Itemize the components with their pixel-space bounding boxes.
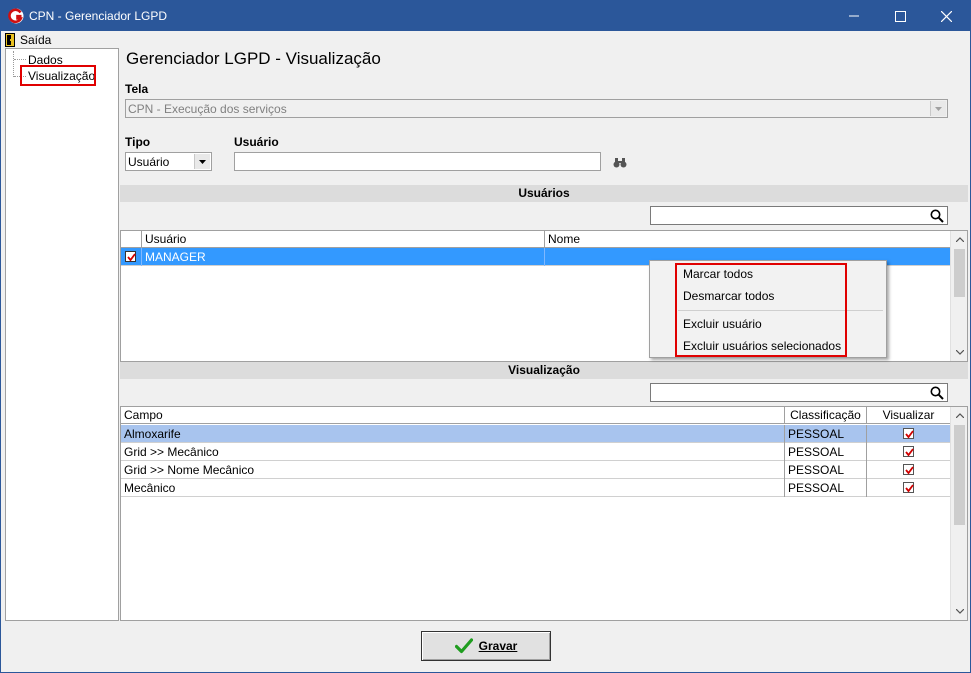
- window-title: CPN - Gerenciador LGPD: [29, 9, 168, 23]
- column-header-usuario[interactable]: Usuário: [142, 231, 545, 248]
- checkmark-icon: [905, 448, 914, 457]
- visualizar-checkbox[interactable]: [903, 464, 914, 475]
- usuario-label: Usuário: [234, 135, 279, 149]
- campo-cell: Mecânico: [121, 479, 785, 497]
- title-bar[interactable]: CPN - Gerenciador LGPD: [1, 1, 970, 31]
- scroll-thumb[interactable]: [954, 249, 965, 297]
- search-icon[interactable]: [930, 386, 944, 400]
- scroll-thumb[interactable]: [954, 425, 965, 525]
- binoculars-icon[interactable]: [613, 158, 627, 168]
- campo-cell: Almoxarife: [121, 425, 785, 443]
- usuarios-section-header: Usuários: [120, 185, 968, 202]
- table-row[interactable]: Grid >> Nome Mecânico PESSOAL: [121, 461, 950, 479]
- app-window: CPN - Gerenciador LGPD Saída Dados Visua…: [0, 0, 971, 673]
- exit-door-icon: [5, 32, 15, 47]
- visualizar-cell: [867, 479, 950, 497]
- classificacao-cell: PESSOAL: [785, 425, 867, 443]
- column-header-classificacao[interactable]: Classificação: [785, 407, 867, 424]
- tree-connector: [14, 59, 26, 60]
- table-row[interactable]: Mecânico PESSOAL: [121, 479, 950, 497]
- classificacao-cell: PESSOAL: [785, 479, 867, 497]
- tela-label: Tela: [125, 82, 149, 96]
- campo-cell: Grid >> Mecânico: [121, 443, 785, 461]
- visualizacao-grid: Campo Classificação Visualizar Almoxarif…: [120, 406, 968, 621]
- chevron-down-icon: [194, 154, 210, 169]
- visualizacao-grid-header: Campo Classificação Visualizar: [121, 407, 950, 424]
- visualizacao-scrollbar[interactable]: [950, 407, 967, 620]
- app-logo-icon: [8, 8, 24, 24]
- minimize-button[interactable]: [831, 1, 877, 31]
- search-icon[interactable]: [930, 209, 944, 223]
- row-check-cell[interactable]: [121, 248, 142, 266]
- column-header-check: [121, 231, 142, 248]
- highlight-box: [675, 263, 847, 357]
- visualizar-checkbox[interactable]: [903, 482, 914, 493]
- usuario-input[interactable]: [234, 152, 601, 171]
- visualizacao-search-input[interactable]: [650, 383, 948, 402]
- tela-value: CPN - Execução dos serviços: [128, 102, 287, 116]
- classificacao-cell: PESSOAL: [785, 461, 867, 479]
- usuarios-scrollbar[interactable]: [950, 231, 967, 361]
- maximize-icon: [894, 10, 906, 22]
- usuario-cell: MANAGER: [142, 248, 545, 266]
- tree-connector: [13, 51, 14, 77]
- page-title: Gerenciador LGPD - Visualização: [126, 49, 381, 68]
- visualizar-cell: [867, 425, 950, 443]
- scroll-down-icon[interactable]: [951, 344, 967, 361]
- visualizacao-section-header: Visualização: [120, 362, 968, 379]
- visualizar-cell: [867, 461, 950, 479]
- nav-tree: Dados Visualização: [5, 48, 119, 621]
- column-header-campo[interactable]: Campo: [121, 407, 785, 424]
- campo-cell: Grid >> Nome Mecânico: [121, 461, 785, 479]
- close-button[interactable]: [923, 1, 969, 31]
- chevron-down-icon: [930, 101, 946, 116]
- column-header-nome[interactable]: Nome: [545, 231, 950, 248]
- menu-bar: Saída: [1, 31, 970, 48]
- tipo-select[interactable]: Usuário: [125, 152, 212, 171]
- checkmark-icon: [454, 638, 473, 654]
- table-row[interactable]: Grid >> Mecânico PESSOAL: [121, 443, 950, 461]
- maximize-button[interactable]: [877, 1, 923, 31]
- table-row[interactable]: Almoxarife PESSOAL: [121, 425, 950, 443]
- visualizar-checkbox[interactable]: [903, 428, 914, 439]
- checkmark-icon: [905, 466, 914, 475]
- save-button[interactable]: Gravar: [421, 631, 551, 661]
- tipo-label: Tipo: [125, 135, 151, 149]
- usuarios-search-input[interactable]: [650, 206, 948, 225]
- highlight-box: [20, 65, 96, 86]
- tipo-value: Usuário: [128, 155, 170, 169]
- menu-saida-label: Saída: [20, 32, 52, 47]
- save-button-label: Gravar: [478, 639, 518, 653]
- context-menu: Marcar todos Desmarcar todos Excluir usu…: [649, 260, 887, 358]
- scroll-down-icon[interactable]: [951, 603, 967, 620]
- menu-saida[interactable]: Saída: [5, 31, 51, 48]
- tela-select[interactable]: CPN - Execução dos serviços: [125, 99, 948, 118]
- classificacao-cell: PESSOAL: [785, 443, 867, 461]
- checkmark-icon: [127, 253, 136, 262]
- visualizar-cell: [867, 443, 950, 461]
- row-checkbox[interactable]: [125, 251, 136, 262]
- checkmark-icon: [905, 484, 914, 493]
- close-icon: [940, 10, 952, 22]
- visualizar-checkbox[interactable]: [903, 446, 914, 457]
- usuarios-grid-header: Usuário Nome: [121, 231, 950, 248]
- scroll-up-icon[interactable]: [951, 231, 967, 248]
- minimize-icon: [849, 15, 859, 17]
- column-header-visualizar[interactable]: Visualizar: [867, 407, 950, 424]
- checkmark-icon: [905, 430, 914, 439]
- scroll-up-icon[interactable]: [951, 407, 967, 424]
